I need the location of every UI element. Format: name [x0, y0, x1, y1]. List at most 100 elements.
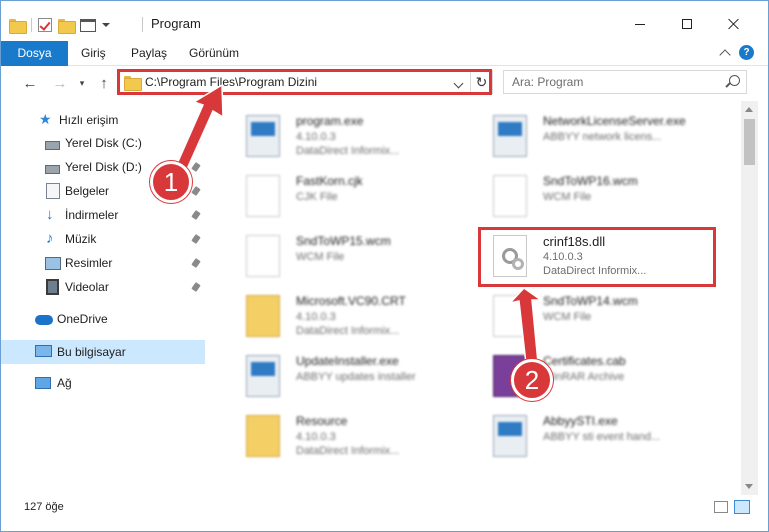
disk-icon [45, 164, 60, 174]
minimize-button[interactable] [617, 9, 663, 39]
file-tile[interactable]: UpdateInstaller.exe ABBYY updates instal… [226, 345, 476, 405]
window-title: Program [151, 16, 201, 31]
customize-icon[interactable] [80, 18, 96, 32]
folder-icon[interactable] [9, 18, 27, 34]
file-type: WinRAR Archive [543, 371, 625, 383]
search-box[interactable] [503, 70, 747, 94]
file-version: 4.10.0.3 [296, 311, 336, 323]
vertical-scrollbar[interactable] [741, 101, 758, 495]
sidebar-item-label: Yerel Disk (D:) [65, 160, 142, 174]
scroll-up-icon[interactable] [745, 107, 753, 112]
file-description: ABBYY network licens... [543, 131, 662, 143]
sidebar-item-label: Ağ [57, 376, 72, 390]
file-list: program.exe 4.10.0.3 DataDirect Informix… [208, 101, 741, 495]
qat-dropdown-icon[interactable] [102, 23, 110, 27]
scroll-thumb[interactable] [744, 119, 755, 165]
file-name: program.exe [296, 114, 364, 128]
file-tile[interactable]: SndToWP15.wcm WCM File [226, 225, 476, 285]
pin-icon[interactable] [191, 210, 201, 220]
callout-badge-2: 2 [511, 359, 553, 401]
search-icon[interactable] [729, 75, 740, 86]
up-button[interactable]: ↑ [93, 73, 115, 93]
sidebar-item-label: OneDrive [57, 312, 108, 326]
back-button[interactable]: ← [19, 73, 41, 93]
sidebar-item-onedrive[interactable]: OneDrive [1, 307, 205, 331]
file-highlight-box [478, 227, 716, 287]
file-tile[interactable]: program.exe 4.10.0.3 DataDirect Informix… [226, 105, 476, 165]
pictures-icon [45, 257, 61, 270]
pin-icon[interactable] [191, 234, 201, 244]
file-tile[interactable]: SndToWP14.wcm WCM File [473, 285, 723, 345]
new-folder-icon[interactable] [58, 18, 76, 34]
ribbon-tabs: Dosya Giriş Paylaş Görünüm ? [1, 39, 768, 66]
file-tile[interactable]: FastKorn.cjk CJK File [226, 165, 476, 225]
file-name: SndToWP15.wcm [296, 234, 391, 248]
file-tile[interactable]: SndToWP16.wcm WCM File [473, 165, 723, 225]
network-icon [35, 377, 51, 389]
title-separator [142, 17, 143, 32]
file-tile[interactable]: Resource 4.10.0.3 DataDirect Informix... [226, 405, 476, 465]
tab-home[interactable]: Giriş [71, 41, 116, 66]
maximize-button[interactable] [664, 9, 710, 39]
pin-icon[interactable] [191, 186, 201, 196]
file-type: WCM File [543, 311, 592, 323]
navigation-bar: ← → ▾ ↑ C:\Program Files\Program Dizini … [1, 67, 768, 99]
properties-check-icon[interactable] [38, 18, 52, 32]
sidebar-item-pictures[interactable]: Resimler [1, 251, 205, 275]
file-tile[interactable]: Microsoft.VC90.CRT 4.10.0.3 DataDirect I… [226, 285, 476, 345]
pin-icon[interactable] [191, 138, 201, 148]
tab-file[interactable]: Dosya [1, 41, 68, 66]
sidebar-item-network[interactable]: Ağ [1, 371, 205, 395]
file-name: Certificates.cab [543, 354, 626, 368]
search-input[interactable] [512, 74, 712, 90]
help-icon[interactable]: ? [739, 45, 754, 60]
exe-file-icon [246, 355, 280, 397]
pin-icon[interactable] [191, 258, 201, 268]
sidebar-item-music[interactable]: ♪ Müzik [1, 227, 205, 251]
sidebar-item-label: Müzik [65, 232, 97, 246]
sidebar-item-local-disk-c[interactable]: Yerel Disk (C:) [1, 131, 205, 155]
sidebar-item-label: Yerel Disk (C:) [65, 136, 142, 150]
tab-view[interactable]: Görünüm [179, 41, 249, 66]
tab-share[interactable]: Paylaş [121, 41, 177, 66]
videos-icon [46, 279, 59, 295]
sidebar-item-this-pc[interactable]: Bu bilgisayar [1, 340, 205, 364]
file-tile[interactable]: AbbyySTI.exe ABBYY sti event hand... [473, 405, 723, 465]
close-button[interactable] [711, 9, 757, 39]
sidebar-item-downloads[interactable]: ↓ İndirmeler [1, 203, 205, 227]
expand-ribbon-icon[interactable] [719, 48, 731, 61]
sidebar-item-quick-access[interactable]: ★ Hızlı erişim [1, 107, 205, 131]
music-icon: ♪ [46, 230, 54, 247]
file-icon [493, 175, 527, 217]
file-name: NetworkLicenseServer.exe [543, 114, 686, 128]
sidebar-item-videos[interactable]: Videolar [1, 275, 205, 299]
sidebar-item-label: İndirmeler [65, 208, 119, 222]
details-view-icon[interactable] [714, 501, 728, 513]
file-type: CJK File [296, 191, 338, 203]
sidebar-item-label: Resimler [65, 256, 113, 270]
file-version: 4.10.0.3 [296, 431, 336, 443]
file-tile[interactable]: NetworkLicenseServer.exe ABBYY network l… [473, 105, 723, 165]
sidebar-item-label: Bu bilgisayar [57, 345, 126, 359]
file-version: 4.10.0.3 [296, 131, 336, 143]
file-name: FastKorn.cjk [296, 174, 363, 188]
forward-button[interactable]: → [49, 73, 71, 93]
file-description: DataDirect Informix... [296, 145, 400, 157]
file-icon [246, 235, 280, 277]
sidebar-item-label: Belgeler [65, 184, 110, 198]
tiles-view-icon[interactable] [734, 500, 750, 514]
scroll-down-icon[interactable] [745, 484, 753, 489]
file-description: DataDirect Informix... [296, 445, 400, 457]
ribbon-controls: ? [719, 45, 754, 61]
file-name: SndToWP16.wcm [543, 174, 638, 188]
pin-icon[interactable] [191, 282, 201, 292]
address-highlight-box [117, 69, 492, 95]
file-type: WCM File [543, 191, 592, 203]
exe-file-icon [246, 115, 280, 157]
title-bar: Program [1, 1, 768, 39]
pin-icon[interactable] [191, 162, 201, 172]
recent-locations-button[interactable]: ▾ [71, 73, 93, 93]
file-icon [246, 175, 280, 217]
file-description: DataDirect Informix... [296, 325, 400, 337]
computer-icon [35, 345, 52, 357]
